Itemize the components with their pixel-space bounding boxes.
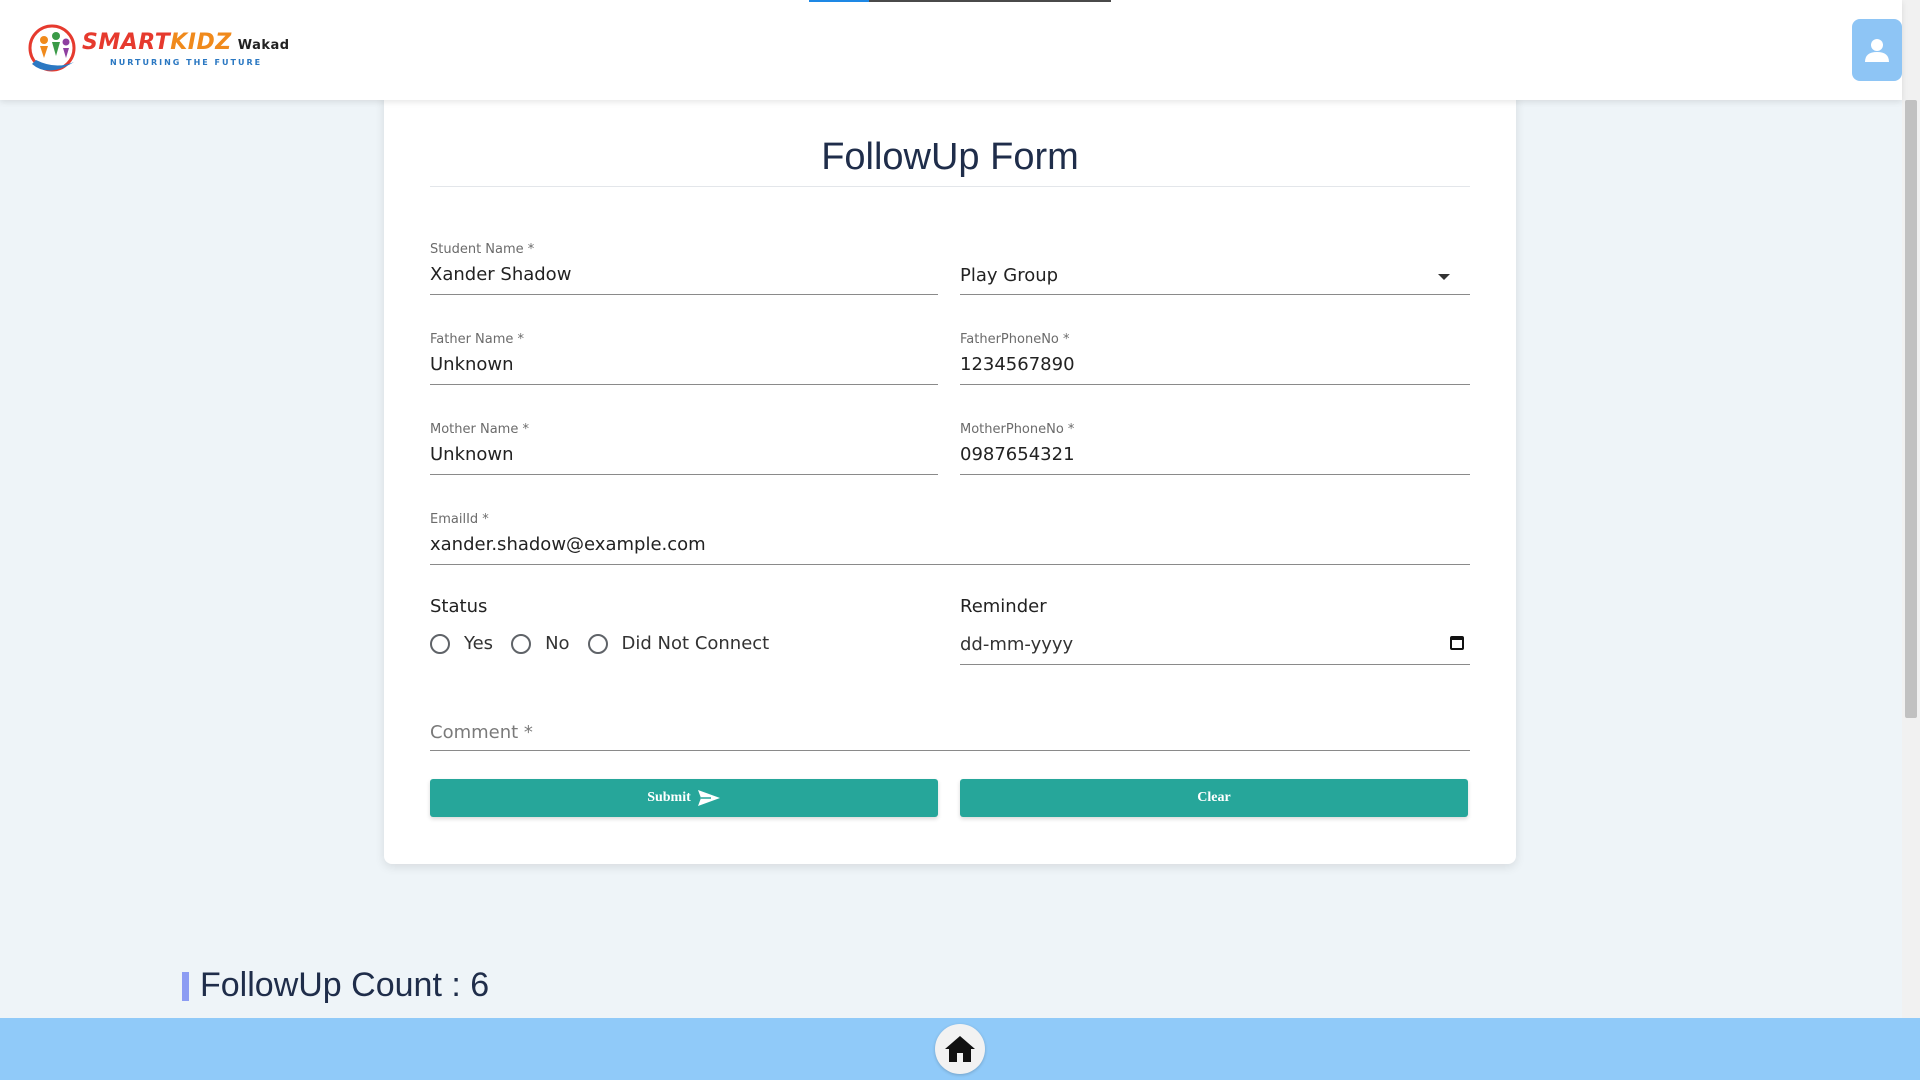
father-phone-input[interactable]: 1234567890 xyxy=(960,354,1075,375)
reminder-date-input[interactable]: dd-mm-yyyy xyxy=(960,634,1073,655)
status-option-label: No xyxy=(545,633,570,654)
submit-button[interactable]: Submit xyxy=(430,779,938,817)
profile-button[interactable] xyxy=(1852,19,1902,81)
tab-indicator-active xyxy=(809,0,869,2)
smartkidz-logo[interactable]: SMARTKIDZ Wakad NURTURING THE FUTURE xyxy=(26,20,289,80)
logo-brand-smart: SMART xyxy=(82,30,171,55)
status-radio-yes[interactable]: Yes xyxy=(430,633,493,654)
status-radio-did-not-connect[interactable]: Did Not Connect xyxy=(587,633,770,654)
tab-indicator xyxy=(809,0,1111,2)
send-icon xyxy=(697,790,720,806)
mother-phone-label: MotherPhoneNo * xyxy=(960,422,1075,437)
status-option-label: Yes xyxy=(464,633,494,654)
form-title: FollowUp Form xyxy=(821,136,1079,178)
user-icon xyxy=(1865,39,1889,62)
father-name-underline xyxy=(430,384,938,385)
radio-circle[interactable] xyxy=(430,633,450,654)
scrollbar-thumb[interactable] xyxy=(1905,100,1917,718)
logo-mark-icon xyxy=(28,24,76,72)
count-accent-bar xyxy=(182,972,189,1001)
class-select-underline xyxy=(960,294,1470,295)
followup-count: FollowUp Count : 6 xyxy=(200,966,490,1004)
home-button[interactable] xyxy=(935,1024,985,1074)
home-icon xyxy=(945,1036,975,1062)
logo-tagline: NURTURING THE FUTURE xyxy=(110,58,263,67)
calendar-icon[interactable] xyxy=(1450,636,1464,650)
mother-name-underline xyxy=(430,474,938,475)
reminder-label: Reminder xyxy=(960,596,1047,617)
email-label: EmailId * xyxy=(430,512,489,527)
radio-circle[interactable] xyxy=(511,633,532,654)
father-phone-label: FatherPhoneNo * xyxy=(960,332,1070,347)
comment-underline xyxy=(430,750,1470,751)
logo-branch: Wakad xyxy=(237,38,290,53)
mother-phone-input[interactable]: 0987654321 xyxy=(960,444,1075,465)
mother-phone-underline xyxy=(960,474,1470,475)
logo-brand-kidz: KIDZ xyxy=(170,30,232,55)
status-label: Status xyxy=(430,596,488,617)
class-select-value[interactable]: Play Group xyxy=(960,265,1058,286)
father-phone-underline xyxy=(960,384,1470,385)
followup-form-card: FollowUp Form Student Name * Xander Shad… xyxy=(384,90,1516,864)
page-scrollbar[interactable] xyxy=(1902,0,1920,1018)
email-underline xyxy=(430,564,1470,565)
clear-button[interactable]: Clear xyxy=(960,779,1468,817)
father-name-label: Father Name * xyxy=(430,332,525,347)
student-name-label: Student Name * xyxy=(430,242,535,257)
clear-button-label: Clear xyxy=(1197,790,1231,805)
title-divider xyxy=(430,186,1470,187)
status-radio-group: Yes No Did Not Connect xyxy=(430,633,787,654)
comment-input[interactable]: Comment * xyxy=(430,722,533,743)
app-header: SMARTKIDZ Wakad NURTURING THE FUTURE xyxy=(0,0,1902,100)
status-option-label: Did Not Connect xyxy=(621,633,770,654)
email-input[interactable]: xander.shadow@example.com xyxy=(430,534,706,555)
chevron-down-icon[interactable] xyxy=(1438,274,1450,280)
logo-brand-text: SMARTKIDZ Wakad xyxy=(82,30,290,55)
mother-name-label: Mother Name * xyxy=(430,422,529,437)
father-name-input[interactable]: Unknown xyxy=(430,354,514,375)
mother-name-input[interactable]: Unknown xyxy=(430,444,514,465)
submit-button-label: Submit xyxy=(647,790,691,805)
reminder-underline xyxy=(960,664,1470,665)
radio-circle[interactable] xyxy=(587,633,608,654)
status-radio-no[interactable]: No xyxy=(511,633,570,654)
student-name-underline xyxy=(430,294,938,295)
student-name-input[interactable]: Xander Shadow xyxy=(430,264,571,285)
